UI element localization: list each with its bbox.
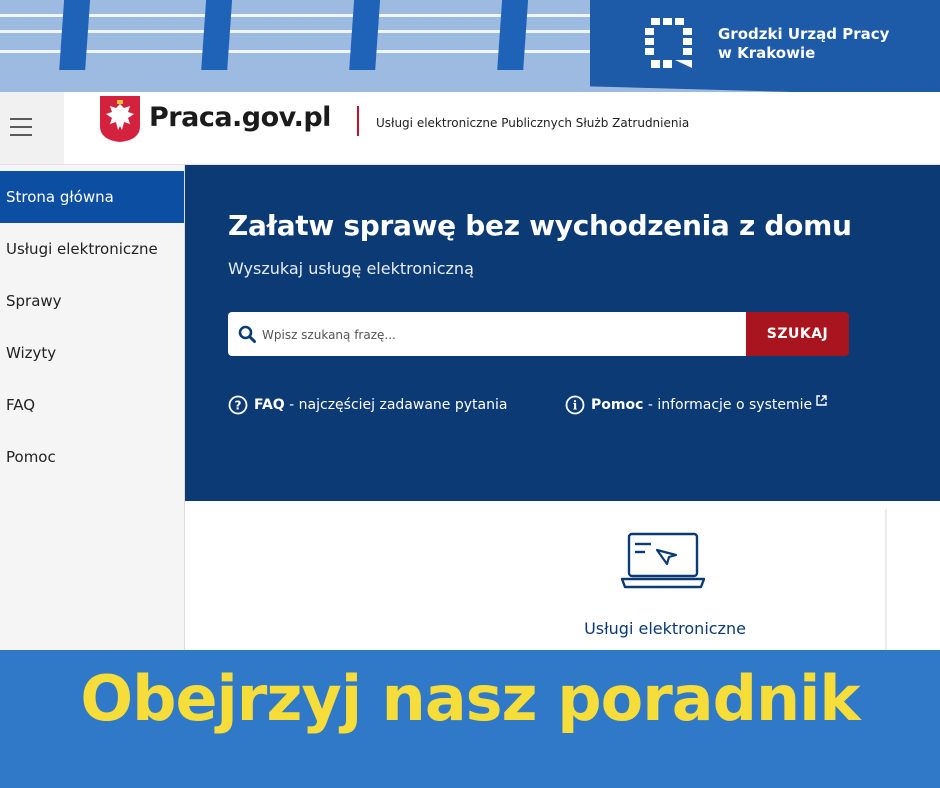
sidebar-item-help[interactable]: Pomoc [0, 431, 184, 483]
card-separator [885, 509, 887, 650]
band-post [59, 0, 91, 70]
laptop-cursor-icon[interactable] [621, 531, 705, 591]
sidebar-item-e-services[interactable]: Usługi elektroniczne [0, 223, 184, 275]
faq-link-desc: - najczęściej zadawane pytania [284, 397, 508, 413]
svg-text:i: i [573, 399, 578, 413]
faq-link-strong: FAQ [254, 397, 285, 413]
guide-banner-title: Obejrzyj nasz poradnik [80, 662, 860, 735]
band-post [201, 0, 233, 70]
faq-link[interactable]: ? FAQ - najczęściej zadawane pytania [228, 395, 507, 415]
search-box [228, 312, 746, 358]
hamburger-icon[interactable] [10, 118, 32, 142]
gup-name: Grodzki Urząd Pracy w Krakowie [718, 25, 889, 63]
menu-toggle-area [0, 92, 64, 164]
band-post [497, 0, 529, 70]
sidebar-nav: Strona główna Usługi elektroniczne Spraw… [0, 165, 185, 650]
guide-banner: Obejrzyj nasz poradnik [0, 650, 940, 788]
external-link-icon [816, 394, 827, 406]
question-circle-icon: ? [228, 395, 248, 415]
help-link-desc: - informacje o systemie [643, 397, 813, 413]
search-input[interactable] [260, 312, 744, 358]
svg-text:?: ? [235, 399, 242, 413]
hero-section: Załatw sprawę bez wychodzenia z domu Wys… [185, 165, 940, 501]
hero-title: Załatw sprawę bez wychodzenia z domu [228, 209, 852, 242]
hero-subtitle: Wyszukaj usługę elektroniczną [228, 259, 474, 278]
sidebar-item-cases[interactable]: Sprawy [0, 275, 184, 327]
header-divider [357, 106, 359, 136]
card-label-e-services[interactable]: Usługi elektroniczne [565, 619, 765, 638]
header-tagline: Usługi elektroniczne Publicznych Służb Z… [376, 116, 690, 130]
sidebar-item-visits[interactable]: Wizyty [0, 327, 184, 379]
info-circle-icon: i [565, 395, 585, 415]
search-icon [238, 325, 256, 343]
gup-name-line1: Grodzki Urząd Pracy [718, 25, 890, 43]
search-button[interactable]: SZUKAJ [746, 312, 849, 356]
band-post [349, 0, 381, 70]
site-header: Praca.gov.pl Usługi elektroniczne Public… [0, 92, 940, 165]
gup-logo-icon [645, 18, 692, 68]
sidebar-item-home[interactable]: Strona główna [0, 171, 184, 223]
brand-logo-text[interactable]: Praca.gov.pl [149, 102, 331, 133]
help-link[interactable]: i Pomoc - informacje o systemie [565, 394, 827, 415]
gup-name-line2: w Krakowie [718, 44, 816, 62]
sidebar-item-faq[interactable]: FAQ [0, 379, 184, 431]
help-link-strong: Pomoc [591, 397, 644, 413]
services-card-area: Usługi elektroniczne [185, 501, 940, 650]
polish-eagle-icon [100, 96, 140, 142]
